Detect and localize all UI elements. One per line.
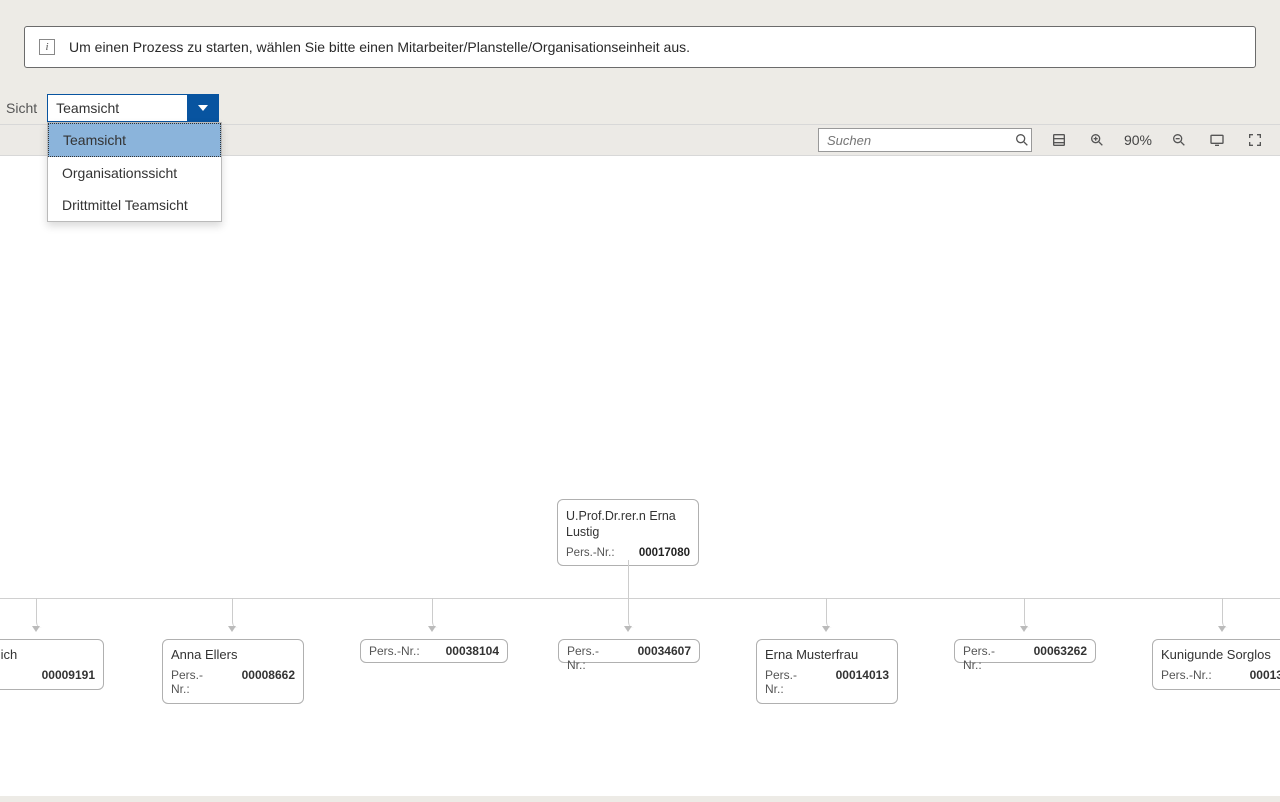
root-pers-value: 00017080 (639, 547, 690, 559)
org-child-card[interactable]: Pers.-Nr.:00063262 (954, 639, 1096, 663)
connector-branch (1222, 598, 1223, 628)
child-name: Anna Ellers (171, 647, 295, 662)
child-pers-label: Pers.-Nr.: (567, 644, 618, 672)
view-combo-input[interactable] (47, 94, 187, 122)
child-pers-label: Pers.-Nr.: (171, 668, 222, 696)
list-view-icon[interactable] (1048, 129, 1070, 151)
arrow-down-icon (428, 626, 436, 632)
child-name: Erna Musterfrau (765, 647, 889, 662)
connector-branch (232, 598, 233, 628)
view-option[interactable]: Organisationssicht (48, 157, 221, 189)
child-pers-value: 00034607 (638, 644, 691, 672)
child-pers-label: Pers.-Nr.: (765, 668, 816, 696)
chevron-down-icon (198, 105, 208, 111)
view-combo[interactable] (47, 94, 219, 122)
org-child-card[interactable]: Erna Musterfrau Pers.-Nr.: 00014013 (756, 639, 898, 704)
view-label: Sicht (6, 100, 37, 116)
fit-screen-icon[interactable] (1206, 129, 1228, 151)
zoom-in-icon[interactable] (1086, 129, 1108, 151)
connector-branch (1024, 598, 1025, 628)
arrow-down-icon (1020, 626, 1028, 632)
org-child-card[interactable]: Pers.-Nr.:00034607 (558, 639, 700, 663)
connector-branch (826, 598, 827, 628)
view-option[interactable]: Drittmittel Teamsicht (48, 189, 221, 221)
connector-branch (432, 598, 433, 628)
org-child-card[interactable]: Anna Ellers Pers.-Nr.: 00008662 (162, 639, 304, 704)
view-dropdown: TeamsichtOrganisationssichtDrittmittel T… (47, 122, 222, 222)
info-text: Um einen Prozess zu starten, wählen Sie … (69, 39, 690, 55)
root-pers-label: Pers.-Nr.: (566, 547, 615, 559)
fullscreen-icon[interactable] (1244, 129, 1266, 151)
child-pers-value: 00008662 (242, 668, 295, 696)
zoom-level: 90% (1124, 132, 1152, 148)
child-pers-label: Pers.-Nr.: (1161, 668, 1212, 682)
child-pers-value: 00063262 (1034, 644, 1087, 672)
zoom-out-icon[interactable] (1168, 129, 1190, 151)
arrow-down-icon (624, 626, 632, 632)
arrow-down-icon (32, 626, 40, 632)
search-field[interactable] (818, 128, 1032, 152)
connector-stem (628, 560, 629, 598)
search-icon[interactable] (1013, 129, 1031, 151)
org-chart-area[interactable]: U.Prof.Dr.rer.n Erna Lustig Pers.-Nr.: 0… (0, 156, 1280, 796)
child-pers-label: Pers.-Nr.: (963, 644, 1014, 672)
child-pers-value: 00013632 (1250, 668, 1280, 682)
search-input[interactable] (819, 133, 1013, 148)
view-option[interactable]: Teamsicht (48, 123, 221, 157)
child-pers-value: 00038104 (446, 644, 499, 658)
arrow-down-icon (228, 626, 236, 632)
org-child-card[interactable]: FröhlichNr.:00009191 (0, 639, 104, 690)
view-combo-toggle[interactable] (187, 94, 219, 122)
view-selector-row: Sicht TeamsichtOrganisationssichtDrittmi… (6, 94, 1280, 122)
connector-branch (36, 598, 37, 628)
org-root-card[interactable]: U.Prof.Dr.rer.n Erna Lustig Pers.-Nr.: 0… (557, 499, 699, 566)
root-name: U.Prof.Dr.rer.n Erna Lustig (566, 508, 690, 541)
arrow-down-icon (822, 626, 830, 632)
info-banner: i Um einen Prozess zu starten, wählen Si… (24, 26, 1256, 68)
org-child-card[interactable]: Pers.-Nr.: 00038104 (360, 639, 508, 663)
org-child-card[interactable]: Kunigunde Sorglos Pers.-Nr.: 00013632 (1152, 639, 1280, 690)
info-icon: i (39, 39, 55, 55)
child-pers-value: 00009191 (42, 668, 95, 682)
child-pers-value: 00014013 (836, 668, 889, 696)
child-name: Kunigunde Sorglos (1161, 647, 1280, 662)
connector-branch (628, 598, 629, 628)
child-name: Fröhlich (0, 647, 95, 662)
child-pers-label: Pers.-Nr.: (369, 644, 420, 658)
arrow-down-icon (1218, 626, 1226, 632)
